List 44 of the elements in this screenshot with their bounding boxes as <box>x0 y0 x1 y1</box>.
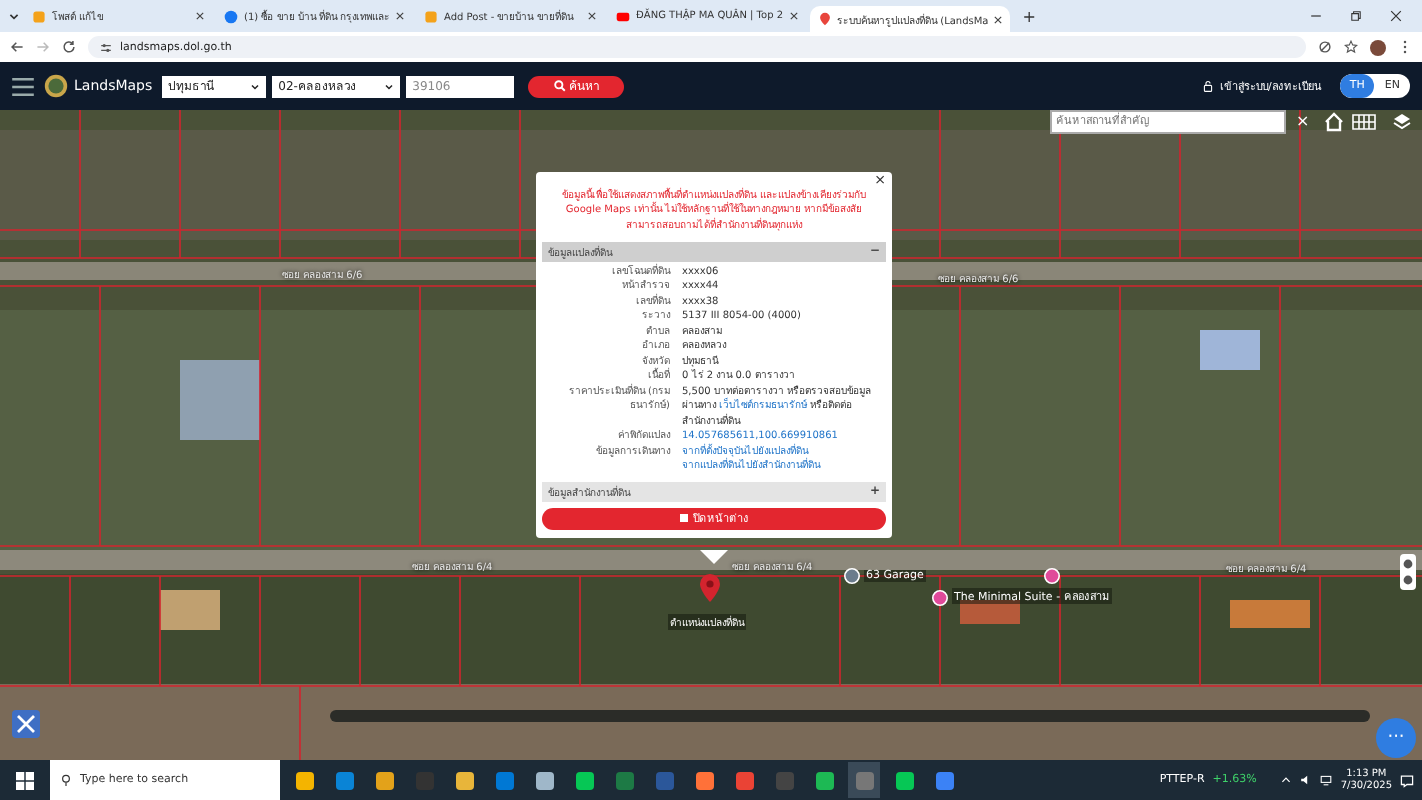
reload-icon[interactable] <box>62 40 76 54</box>
chevron-up-icon[interactable] <box>1280 774 1293 786</box>
close-tab-icon[interactable] <box>588 12 597 20</box>
search-icon <box>553 80 566 92</box>
restore-icon[interactable] <box>1350 10 1362 22</box>
dropdown-caret-icon <box>250 81 261 91</box>
layers-icon[interactable] <box>1392 112 1412 132</box>
menu-icon[interactable] <box>1398 40 1412 54</box>
social-icon <box>224 9 238 23</box>
location-pin-icon <box>817 12 832 26</box>
speaker-icon[interactable] <box>1300 774 1313 786</box>
close-icon[interactable] <box>1390 10 1402 22</box>
zoom-control-icon[interactable] <box>1400 554 1416 590</box>
windows-logo-icon[interactable] <box>16 771 34 789</box>
menu-icon[interactable] <box>12 77 34 95</box>
search-icon <box>60 774 72 786</box>
close-tab-icon[interactable] <box>789 12 798 20</box>
new-tab-button[interactable]: + <box>1014 7 1044 25</box>
logo-icon <box>44 74 68 98</box>
page-icon <box>424 9 439 23</box>
extension-icon[interactable] <box>1318 40 1332 54</box>
minimize-icon[interactable] <box>1310 10 1322 22</box>
hotel-marker-icon[interactable] <box>1044 568 1060 584</box>
hotel-marker-icon[interactable] <box>932 590 948 606</box>
home-icon[interactable] <box>1324 112 1344 132</box>
place-marker-icon[interactable] <box>844 568 860 584</box>
dropdown-caret-icon <box>384 81 395 91</box>
page-icon <box>32 9 46 23</box>
close-tab-icon[interactable] <box>396 12 405 20</box>
grid-icon[interactable] <box>1352 114 1376 130</box>
lock-icon <box>1202 80 1215 92</box>
tools-icon[interactable] <box>12 710 40 738</box>
monitor-icon[interactable] <box>1320 774 1333 786</box>
notification-icon[interactable] <box>1400 773 1414 787</box>
close-tab-icon[interactable] <box>196 12 204 20</box>
close-tab-icon[interactable] <box>994 15 1003 23</box>
clear-search-button[interactable]: × <box>1296 110 1310 134</box>
site-settings-icon[interactable] <box>100 41 112 53</box>
bookmark-star-icon[interactable] <box>1344 40 1358 54</box>
back-icon[interactable] <box>10 40 24 54</box>
tab-list-icon[interactable] <box>8 10 20 22</box>
profile-avatar[interactable] <box>1370 39 1386 55</box>
popup-pointer <box>700 550 728 564</box>
video-icon <box>616 9 631 23</box>
